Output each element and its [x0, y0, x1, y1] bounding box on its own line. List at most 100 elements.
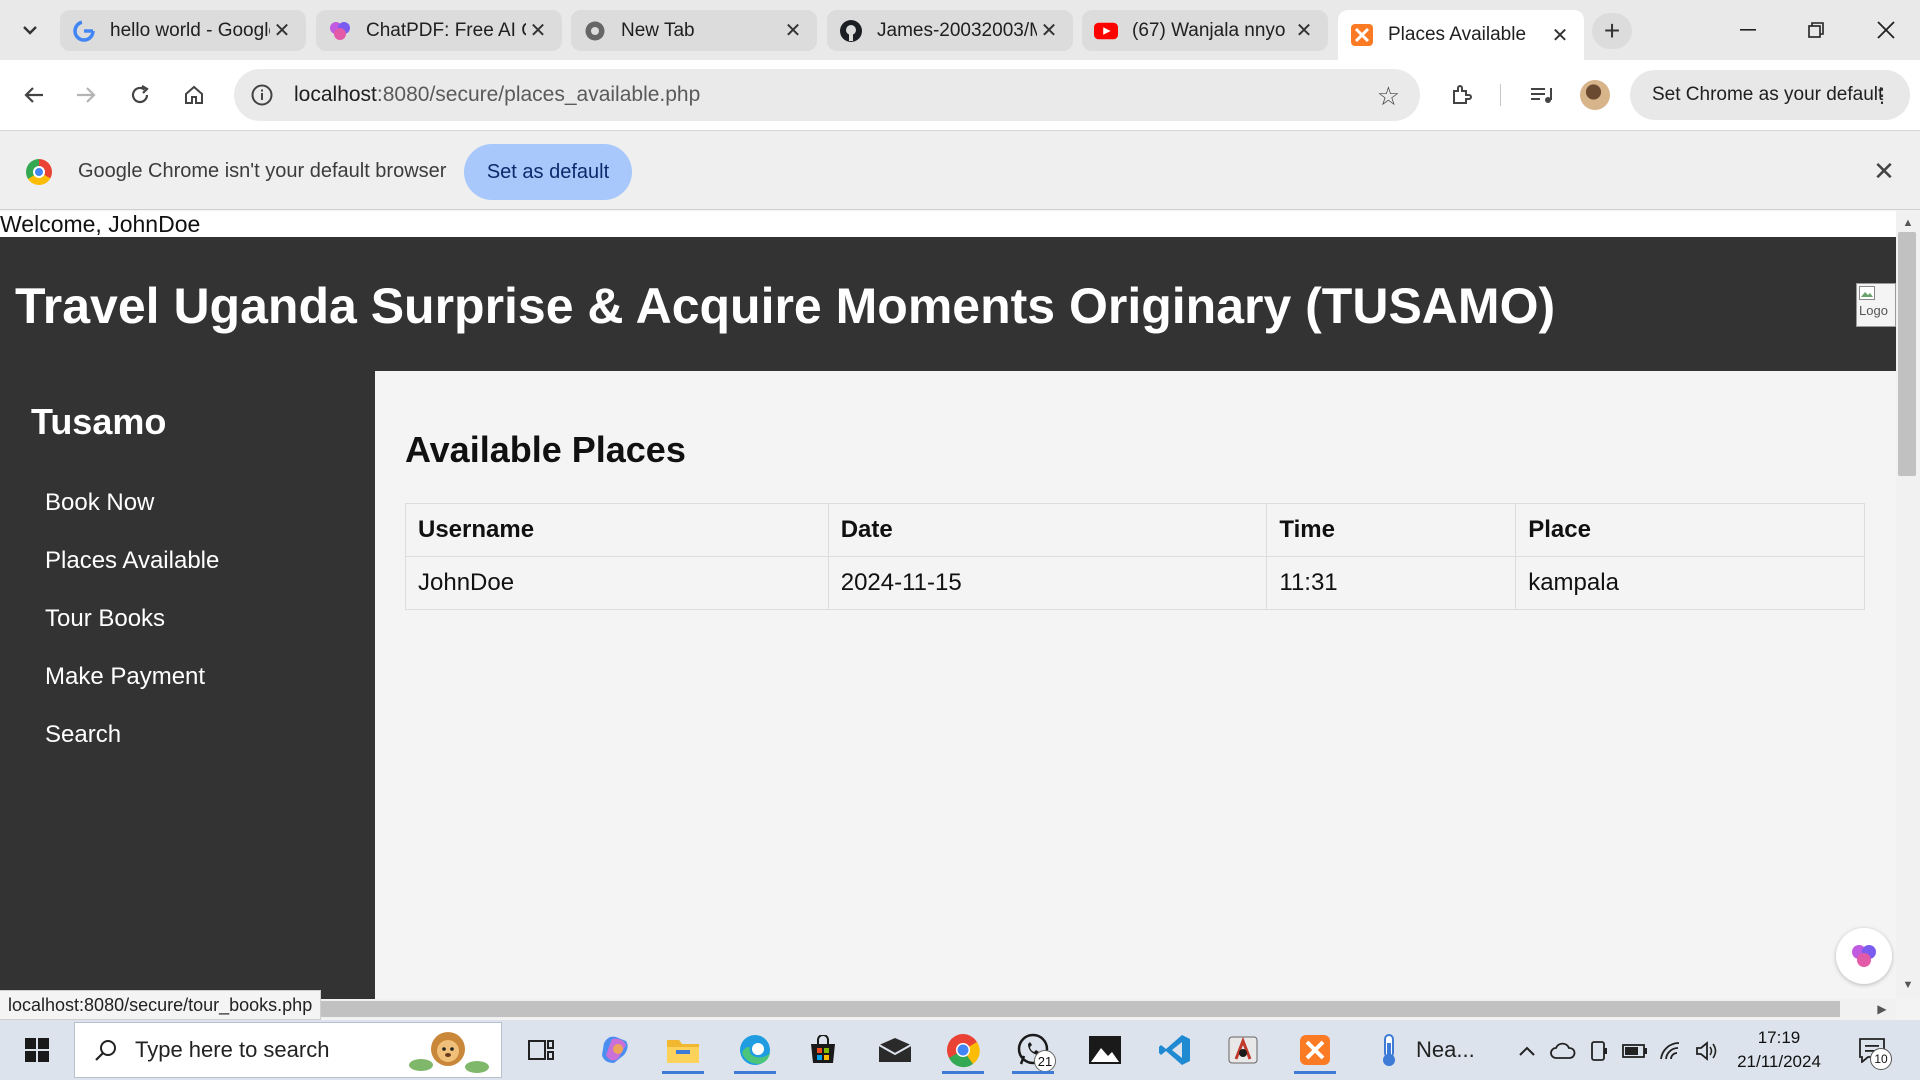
sidebar-item-tour-books[interactable]: Tour Books	[45, 605, 165, 633]
sidebar-item-places-available[interactable]: Places Available	[45, 547, 219, 575]
set-as-default-button[interactable]: Set as default	[464, 144, 632, 200]
tab-close-icon[interactable]: ✕	[781, 19, 805, 43]
thermometer-icon	[1383, 1034, 1395, 1066]
profile-avatar[interactable]	[1580, 80, 1610, 110]
bookmark-star-icon[interactable]: ☆	[1377, 81, 1400, 112]
page-title: Available Places	[405, 429, 686, 470]
logo-alt-text: Logo	[1859, 303, 1888, 318]
volume-icon[interactable]	[1694, 1038, 1720, 1064]
weather-widget[interactable]: Nea...	[1376, 1030, 1475, 1070]
tab-google-search[interactable]: hello world - Google Search ✕	[60, 10, 306, 51]
tab-title: Places Available	[1388, 24, 1527, 45]
task-view-icon[interactable]	[516, 1026, 566, 1074]
clock-date: 21/11/2024	[1737, 1052, 1821, 1071]
sidebar-item-book-now[interactable]: Book Now	[45, 489, 154, 517]
infobar-message: Google Chrome isn't your default browser	[78, 160, 447, 182]
chrome-newtab-icon	[583, 19, 607, 43]
tab-places-available[interactable]: Places Available ✕	[1338, 10, 1584, 60]
set-chrome-default-pill[interactable]: Set Chrome as your default ⋮	[1630, 70, 1910, 120]
welcome-text: Welcome, JohnDoe	[0, 211, 201, 237]
url-host: localhost	[294, 83, 377, 106]
java-app-icon[interactable]	[1218, 1026, 1268, 1074]
whatsapp-icon[interactable]: 21	[1008, 1026, 1058, 1074]
minimize-icon[interactable]	[1728, 12, 1768, 48]
vertical-scroll-thumb[interactable]	[1898, 232, 1916, 476]
sidebar-item-make-payment[interactable]: Make Payment	[45, 663, 205, 691]
weather-text: Nea...	[1416, 1037, 1475, 1062]
cell-place: kampala	[1515, 556, 1865, 610]
places-table: Username Date Time Place JohnDoe 2024-11…	[405, 503, 1865, 610]
cell-username: JohnDoe	[405, 556, 829, 610]
tab-chatpdf[interactable]: ChatPDF: Free AI Chat with any PDF ✕	[316, 10, 562, 51]
close-icon[interactable]: ✕	[1868, 155, 1900, 187]
tab-new-tab[interactable]: New Tab ✕	[571, 10, 817, 51]
scroll-down-arrow-icon[interactable]: ▼	[1898, 976, 1918, 994]
vscode-icon[interactable]	[1150, 1026, 1200, 1074]
mail-icon[interactable]	[870, 1026, 920, 1074]
column-header-username: Username	[405, 503, 829, 557]
restore-icon[interactable]	[1796, 12, 1836, 48]
column-header-place: Place	[1515, 503, 1865, 557]
sidebar-brand: Tusamo	[31, 401, 167, 442]
media-control-icon[interactable]	[1524, 77, 1560, 113]
extensions-icon[interactable]	[1444, 77, 1480, 113]
tab-close-icon[interactable]: ✕	[1037, 19, 1061, 43]
file-explorer-icon[interactable]	[658, 1026, 708, 1074]
tab-youtube[interactable]: (67) Wanjala nnyo ✕	[1082, 10, 1328, 51]
google-icon	[72, 19, 96, 43]
column-header-time: Time	[1266, 503, 1517, 557]
whatsapp-badge: 21	[1034, 1050, 1056, 1072]
broken-logo-image: Logo	[1856, 283, 1896, 327]
tab-title: ChatPDF: Free AI Chat with any PDF	[366, 19, 526, 41]
tab-search-chevron-icon[interactable]	[14, 14, 46, 46]
scroll-up-arrow-icon[interactable]: ▲	[1898, 214, 1918, 232]
github-icon	[839, 19, 863, 43]
close-window-icon[interactable]	[1866, 12, 1906, 48]
site-title: Travel Uganda Surprise & Acquire Moments…	[15, 278, 1556, 334]
tray-chevron-up-icon[interactable]	[1514, 1038, 1540, 1064]
scroll-right-arrow-icon[interactable]: ▶	[1870, 999, 1894, 1019]
device-icon[interactable]	[1586, 1038, 1612, 1064]
sidebar: Tusamo Book Now Places Available Tour Bo…	[0, 371, 375, 999]
back-arrow-icon[interactable]	[14, 75, 54, 115]
copilot-icon[interactable]	[590, 1026, 640, 1074]
reload-icon[interactable]	[120, 75, 160, 115]
taskbar-search-box[interactable]: Type here to search	[74, 1022, 502, 1078]
edge-browser-icon[interactable]	[730, 1026, 780, 1074]
site-info-icon[interactable]	[246, 79, 278, 111]
chatpdf-icon	[328, 19, 352, 43]
tab-github[interactable]: James-20032003/M ✕	[827, 10, 1073, 51]
tab-close-icon[interactable]: ✕	[1292, 19, 1316, 43]
home-icon[interactable]	[174, 75, 214, 115]
sidebar-item-search[interactable]: Search	[45, 721, 121, 749]
notification-count: 10	[1870, 1048, 1892, 1070]
link-status-bubble: localhost:8080/secure/tour_books.php	[0, 990, 322, 1020]
battery-icon[interactable]	[1622, 1038, 1648, 1064]
xampp-icon	[1350, 23, 1374, 47]
chrome-taskbar-icon[interactable]	[938, 1026, 988, 1074]
tab-title: hello world - Google Search	[110, 19, 270, 41]
tab-close-icon[interactable]: ✕	[1548, 23, 1572, 47]
onedrive-cloud-icon[interactable]	[1550, 1038, 1576, 1064]
tab-close-icon[interactable]: ✕	[526, 19, 550, 43]
taskbar-clock[interactable]: 17:19 21/11/2024	[1734, 1026, 1824, 1074]
wifi-icon[interactable]	[1658, 1038, 1684, 1064]
notification-center-icon[interactable]: 10	[1854, 1034, 1892, 1070]
windows-start-icon[interactable]	[14, 1032, 60, 1068]
address-bar[interactable]: localhost:8080/secure/places_available.p…	[234, 69, 1420, 121]
forward-arrow-icon[interactable]	[66, 75, 106, 115]
tab-close-icon[interactable]: ✕	[270, 19, 294, 43]
chatpdf-floating-icon[interactable]	[1836, 928, 1892, 984]
microsoft-store-icon[interactable]	[798, 1026, 848, 1074]
url-path: :8080/secure/places_available.php	[376, 83, 701, 106]
xampp-taskbar-icon[interactable]	[1290, 1026, 1340, 1074]
column-header-date: Date	[827, 503, 1268, 557]
menu-kebab-icon[interactable]: ⋮	[1872, 83, 1892, 108]
tab-title: New Tab	[621, 19, 695, 41]
search-icon	[91, 1035, 121, 1065]
cell-date: 2024-11-15	[827, 556, 1268, 610]
new-tab-button[interactable]: +	[1592, 13, 1632, 49]
browser-toolbar: localhost:8080/secure/places_available.p…	[0, 60, 1920, 130]
photos-icon[interactable]	[1080, 1026, 1130, 1074]
url-text: localhost:8080/secure/places_available.p…	[294, 83, 700, 107]
